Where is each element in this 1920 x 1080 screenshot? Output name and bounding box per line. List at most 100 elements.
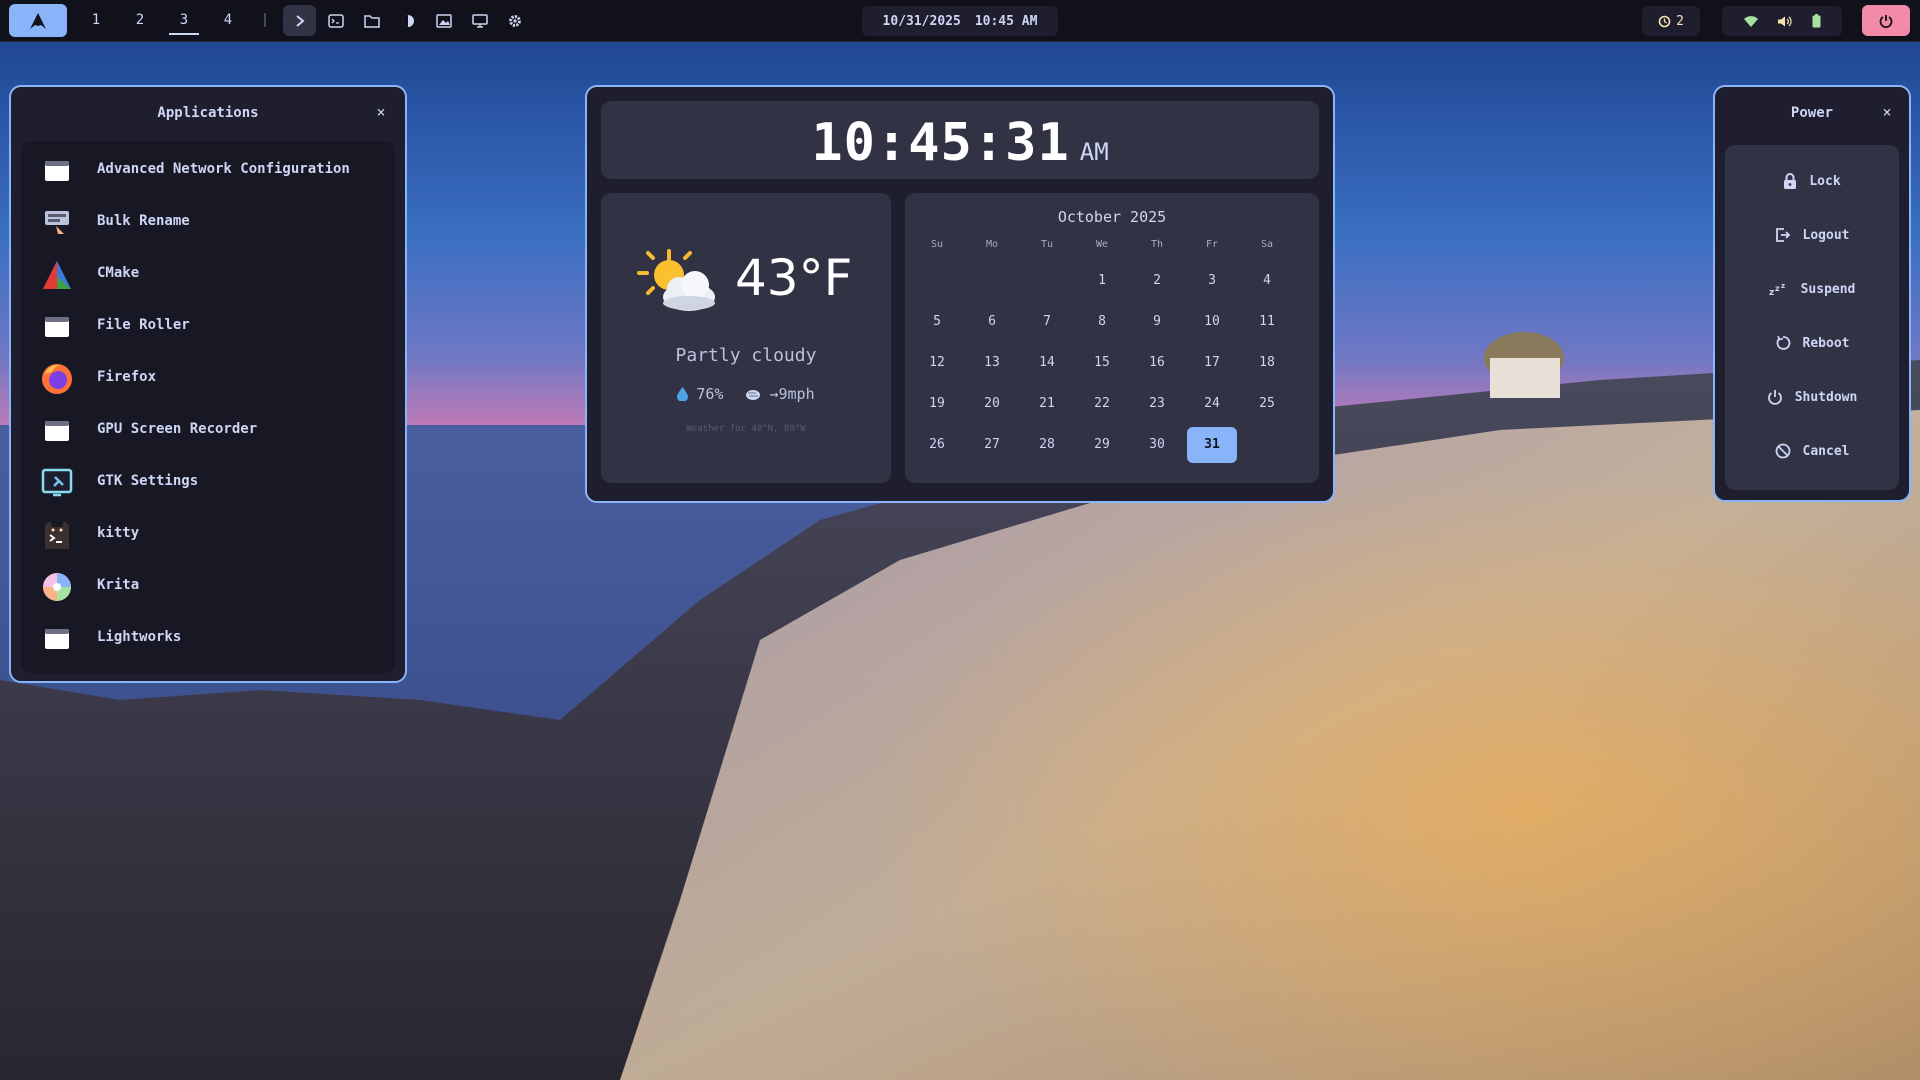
reboot-button[interactable]: Reboot — [1725, 323, 1899, 363]
calendar-day[interactable]: 12 — [912, 345, 962, 381]
app-item-cmake[interactable]: CMake — [21, 249, 395, 301]
calendar-day[interactable]: 8 — [1077, 304, 1127, 340]
wallpaper-button[interactable] — [432, 9, 456, 33]
cancel-icon — [1775, 443, 1790, 459]
app-label: kitty — [97, 525, 140, 541]
power-option-label: Lock — [1809, 173, 1841, 189]
battery-icon[interactable] — [1812, 14, 1821, 28]
bulk-rename-icon — [39, 205, 75, 241]
expand-button[interactable] — [283, 5, 316, 36]
power-option-label: Shutdown — [1794, 389, 1858, 405]
workspace-2[interactable]: 2 — [125, 9, 155, 35]
cancel-button[interactable]: Cancel — [1725, 431, 1899, 471]
weather-humidity: 76% — [696, 385, 724, 403]
calendar-day[interactable]: 24 — [1187, 386, 1237, 422]
power-close-button[interactable]: × — [1879, 105, 1895, 121]
calendar-day[interactable]: 3 — [1187, 263, 1237, 299]
suspend-button[interactable]: zzz Suspend — [1725, 269, 1899, 309]
app-item-krita[interactable]: Krita — [21, 561, 395, 613]
calendar-day[interactable]: 29 — [1077, 427, 1127, 463]
calendar-day[interactable]: 30 — [1132, 427, 1182, 463]
folder-icon — [364, 15, 380, 28]
app-label: GPU Screen Recorder — [97, 421, 258, 437]
shutdown-icon — [1767, 390, 1782, 405]
workspace-4[interactable]: 4 — [213, 9, 243, 35]
calendar-day[interactable]: 6 — [967, 304, 1017, 340]
applications-panel: Applications × Advanced Network Configur… — [9, 85, 407, 683]
lock-icon — [1784, 173, 1797, 189]
app-item-bulk-rename[interactable]: Bulk Rename — [21, 197, 395, 249]
app-label: CMake — [97, 265, 140, 281]
calendar-day[interactable]: 16 — [1132, 345, 1182, 381]
wifi-icon[interactable] — [1743, 15, 1759, 28]
calendar-day[interactable]: 28 — [1022, 427, 1072, 463]
calendar-day[interactable]: 26 — [912, 427, 962, 463]
logout-button[interactable]: Logout — [1725, 215, 1899, 255]
calendar-day[interactable]: 19 — [912, 386, 962, 422]
calendar-day[interactable]: 15 — [1077, 345, 1127, 381]
calendar-day[interactable]: 13 — [967, 345, 1017, 381]
krita-icon — [39, 569, 75, 605]
calendar-weekday: Tu — [1040, 239, 1054, 250]
calendar-day-today[interactable]: 31 — [1187, 427, 1237, 463]
calendar-day[interactable]: 17 — [1187, 345, 1237, 381]
theme-toggle-icon — [402, 15, 414, 27]
display-button[interactable] — [468, 9, 492, 33]
weather-condition: Partly cloudy — [675, 345, 817, 366]
app-item-firefox[interactable]: Firefox — [21, 353, 395, 405]
app-item-file-roller[interactable]: File Roller — [21, 301, 395, 353]
applications-list: Advanced Network Configuration Bulk Rena… — [21, 141, 395, 673]
partly-cloudy-icon — [635, 249, 719, 315]
workspace-1[interactable]: 1 — [81, 9, 111, 35]
power-option-label: Cancel — [1802, 443, 1850, 459]
power-option-label: Suspend — [1800, 281, 1856, 297]
power-icon — [1879, 14, 1893, 28]
calendar-day[interactable]: 25 — [1242, 386, 1292, 422]
power-menu-button[interactable] — [1862, 5, 1910, 36]
gtk-settings-icon — [39, 465, 75, 501]
shutdown-button[interactable]: Shutdown — [1725, 377, 1899, 417]
files-button[interactable] — [360, 9, 384, 33]
applications-close-button[interactable]: × — [373, 105, 389, 121]
calendar-day[interactable]: 5 — [912, 304, 962, 340]
calendar-day[interactable]: 1 — [1077, 263, 1127, 299]
date-time-display[interactable]: 10/31/2025 10:45 AM — [862, 6, 1058, 36]
calendar-weekday: Fr — [1205, 239, 1219, 250]
app-launcher-button[interactable] — [9, 4, 67, 37]
calendar-weekday: We — [1095, 239, 1109, 250]
terminal-icon — [328, 14, 344, 28]
notifications-button[interactable]: 2 — [1642, 6, 1700, 36]
calendar-day[interactable]: 14 — [1022, 345, 1072, 381]
calendar-day[interactable]: 18 — [1242, 345, 1292, 381]
calendar-day[interactable]: 9 — [1132, 304, 1182, 340]
app-label: Firefox — [97, 369, 157, 385]
app-item-lightworks[interactable]: Lightworks — [21, 613, 395, 665]
applications-title: Applications — [157, 105, 259, 121]
app-item-gtk-settings[interactable]: GTK Settings — [21, 457, 395, 509]
calendar-day[interactable]: 11 — [1242, 304, 1292, 340]
settings-button[interactable] — [503, 9, 527, 33]
calendar-day[interactable]: 27 — [967, 427, 1017, 463]
calendar-day[interactable]: 7 — [1022, 304, 1072, 340]
calendar-day[interactable]: 10 — [1187, 304, 1237, 340]
calendar-day[interactable]: 23 — [1132, 386, 1182, 422]
firefox-icon — [39, 361, 75, 397]
calendar-day[interactable]: 22 — [1077, 386, 1127, 422]
app-item-gpu-screen-recorder[interactable]: GPU Screen Recorder — [21, 405, 395, 457]
calendar-day[interactable]: 4 — [1242, 263, 1292, 299]
calendar-day[interactable]: 2 — [1132, 263, 1182, 299]
calendar-day[interactable]: 20 — [967, 386, 1017, 422]
svg-text:z: z — [1781, 282, 1785, 290]
calendar-day[interactable]: 21 — [1022, 386, 1072, 422]
svg-text:z: z — [1769, 288, 1774, 296]
workspace-3[interactable]: 3 — [169, 9, 199, 35]
power-option-label: Reboot — [1802, 335, 1850, 351]
arch-logo-icon — [30, 12, 46, 29]
theme-button[interactable] — [396, 9, 420, 33]
clock-ampm: AM — [1079, 138, 1109, 166]
lock-button[interactable]: Lock — [1725, 161, 1899, 201]
app-item-advanced-network-configuration[interactable]: Advanced Network Configuration — [21, 145, 395, 197]
volume-icon[interactable] — [1777, 15, 1793, 28]
app-item-kitty[interactable]: kitty — [21, 509, 395, 561]
terminal-button[interactable] — [324, 9, 348, 33]
